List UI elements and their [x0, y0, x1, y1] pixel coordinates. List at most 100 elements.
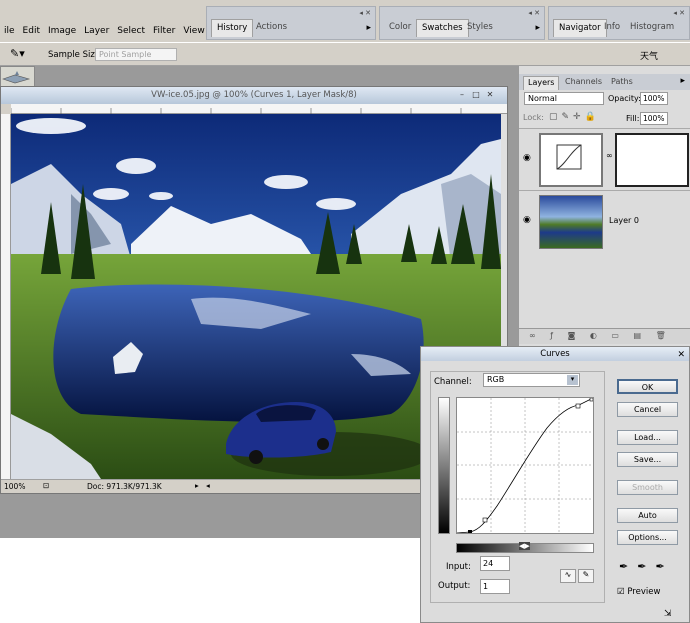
white-point-eyedropper-icon[interactable]: ✒	[655, 560, 673, 573]
menu-layer[interactable]: Layer	[80, 26, 113, 36]
curves-graph[interactable]	[456, 397, 594, 534]
layer-name[interactable]: Layer 0	[609, 216, 639, 225]
eyedropper-group: ✒✒✒	[619, 560, 674, 573]
curve-point-active	[468, 530, 472, 534]
panel-minimize-icon[interactable]: ◂ ✕	[359, 9, 371, 17]
output-gradient-bar	[438, 397, 450, 534]
status-menu-arrow-icon[interactable]: ▸	[195, 481, 199, 490]
tab-actions[interactable]: Actions	[251, 19, 292, 37]
menu-filter[interactable]: Filter	[149, 26, 179, 36]
dialog-title: Curves	[540, 349, 570, 359]
opacity-label: Opacity:	[608, 94, 641, 103]
document-title: VW-ice.05.jpg @ 100% (Curves 1, Layer Ma…	[151, 90, 357, 100]
curve-tool-icon[interactable]: ∿	[560, 569, 576, 583]
visibility-eye-icon[interactable]: ◉	[523, 215, 531, 225]
output-label: Output:	[438, 581, 471, 591]
tab-styles[interactable]: Styles	[462, 19, 498, 37]
minimize-icon[interactable]: –	[457, 90, 467, 100]
swatches-panel-group: ◂ ✕ Color Swatches Styles ▸	[379, 6, 545, 40]
panel-minimize-icon[interactable]: ◂ ✕	[528, 9, 540, 17]
options-button[interactable]: Options...	[617, 530, 678, 545]
close-icon[interactable]: ✕	[677, 348, 685, 362]
menu-select[interactable]: Select	[113, 26, 149, 36]
menubar: ile Edit Image Layer Select Filter View …	[0, 22, 226, 40]
panel-menu-icon[interactable]: ▸	[680, 76, 685, 86]
ime-indicator: 天气	[640, 52, 659, 62]
curves-dialog: Curves ✕ Channel: RGB ▾ ◀▶ Input: 24 Out…	[420, 346, 690, 623]
tab-histogram[interactable]: Histogram	[625, 19, 679, 37]
layer-thumbnail	[539, 195, 603, 249]
load-button[interactable]: Load...	[617, 430, 678, 445]
mask-link-icon[interactable]: ∞	[606, 151, 613, 160]
opacity-input[interactable]: 100%	[640, 92, 668, 105]
ok-button[interactable]: OK	[617, 379, 678, 394]
curves-adjustment-thumbnail	[539, 133, 603, 187]
lock-icons[interactable]: ▢✎✛🔒	[549, 112, 600, 122]
auto-button[interactable]: Auto	[617, 508, 678, 523]
dialog-title-bar[interactable]: Curves ✕	[421, 347, 689, 361]
lock-label: Lock:	[523, 113, 544, 122]
cancel-button[interactable]: Cancel	[617, 402, 678, 417]
layer-mask-thumbnail[interactable]	[615, 133, 689, 187]
menu-file[interactable]: ile	[0, 26, 19, 36]
tab-layers[interactable]: Layers	[523, 76, 560, 90]
output-field[interactable]: 1	[480, 579, 510, 594]
menu-image[interactable]: Image	[44, 26, 80, 36]
scroll-left-icon[interactable]: ◂	[206, 481, 210, 490]
fill-label: Fill:	[626, 114, 640, 123]
tab-history[interactable]: History	[211, 19, 254, 37]
pencil-tool-icon[interactable]: ✎	[578, 569, 594, 583]
visibility-eye-icon[interactable]: ◉	[523, 153, 531, 163]
tab-channels[interactable]: Channels	[561, 76, 606, 90]
zoom-level[interactable]: 100%	[4, 482, 25, 491]
layers-panel-footer-icons[interactable]: ∞ ƒ ◙ ◐ ▭ ▤ 🗑	[519, 328, 690, 344]
blend-mode-select[interactable]: Normal	[524, 92, 604, 105]
gray-point-eyedropper-icon[interactable]: ✒	[637, 560, 655, 573]
menu-view[interactable]: View	[179, 26, 208, 36]
eyedropper-tool-icon[interactable]: ✎▾	[10, 47, 25, 60]
layer-row-curves[interactable]: ◉ ∞	[519, 128, 690, 190]
channel-select[interactable]: RGB ▾	[483, 373, 580, 387]
panel-menu-icon[interactable]: ▸	[535, 23, 540, 33]
layer-row-layer0[interactable]: ◉ Layer 0	[519, 190, 690, 252]
navigator-panel-group: ◂ ✕ Navigator Info Histogram	[548, 6, 690, 40]
input-gradient-bar: ◀▶	[456, 542, 594, 553]
curve-point	[482, 517, 488, 523]
curve-point	[589, 397, 594, 402]
curve-plot	[456, 397, 594, 534]
black-point-eyedropper-icon[interactable]: ✒	[619, 560, 637, 573]
panel-menu-icon[interactable]: ▸	[366, 23, 371, 33]
tab-color[interactable]: Color	[384, 19, 416, 37]
menu-edit[interactable]: Edit	[19, 26, 44, 36]
tab-info[interactable]: Info	[599, 19, 625, 37]
chevron-down-icon: ▾	[567, 375, 578, 385]
sample-size-select[interactable]: Point Sample	[95, 48, 177, 61]
input-field[interactable]: 24	[480, 556, 510, 571]
ruler-ticks	[10, 108, 462, 114]
application-top-bar: ile Edit Image Layer Select Filter View …	[0, 0, 690, 42]
curve-point	[575, 403, 581, 409]
layers-panel-tabs: Layers Channels Paths ▸	[519, 74, 690, 90]
vertical-ruler[interactable]	[1, 114, 11, 479]
document-title-bar[interactable]: VW-ice.05.jpg @ 100% (Curves 1, Layer Ma…	[1, 87, 507, 104]
preview-label: Preview	[627, 587, 661, 597]
smooth-button[interactable]: Smooth	[617, 480, 678, 495]
maximize-icon[interactable]: □	[471, 90, 481, 100]
resize-grip-icon[interactable]: ⇲	[664, 609, 672, 619]
tab-paths[interactable]: Paths	[607, 76, 637, 90]
input-label: Input:	[446, 562, 471, 572]
document-size: Doc: 971.3K/971.3K	[87, 482, 162, 491]
tool-options-bar: ✎▾ Sample Size: Point Sample 天气	[0, 42, 690, 66]
layers-panel: Layers Channels Paths ▸ Normal Opacity: …	[518, 66, 690, 346]
zoom-options-icon[interactable]: ⊡	[43, 481, 49, 490]
tab-swatches[interactable]: Swatches	[416, 19, 469, 37]
gradient-toggle-icon[interactable]: ◀▶	[519, 542, 530, 550]
save-button[interactable]: Save...	[617, 452, 678, 467]
fill-input[interactable]: 100%	[640, 112, 668, 125]
close-icon[interactable]: ✕	[485, 90, 495, 100]
preview-checkbox[interactable]: ☑ Preview	[617, 587, 660, 597]
channel-select-value: RGB	[487, 375, 505, 384]
horizontal-ruler[interactable]	[10, 104, 507, 114]
curves-adjustment-icon	[556, 144, 582, 170]
panel-minimize-icon[interactable]: ◂ ✕	[673, 9, 685, 17]
